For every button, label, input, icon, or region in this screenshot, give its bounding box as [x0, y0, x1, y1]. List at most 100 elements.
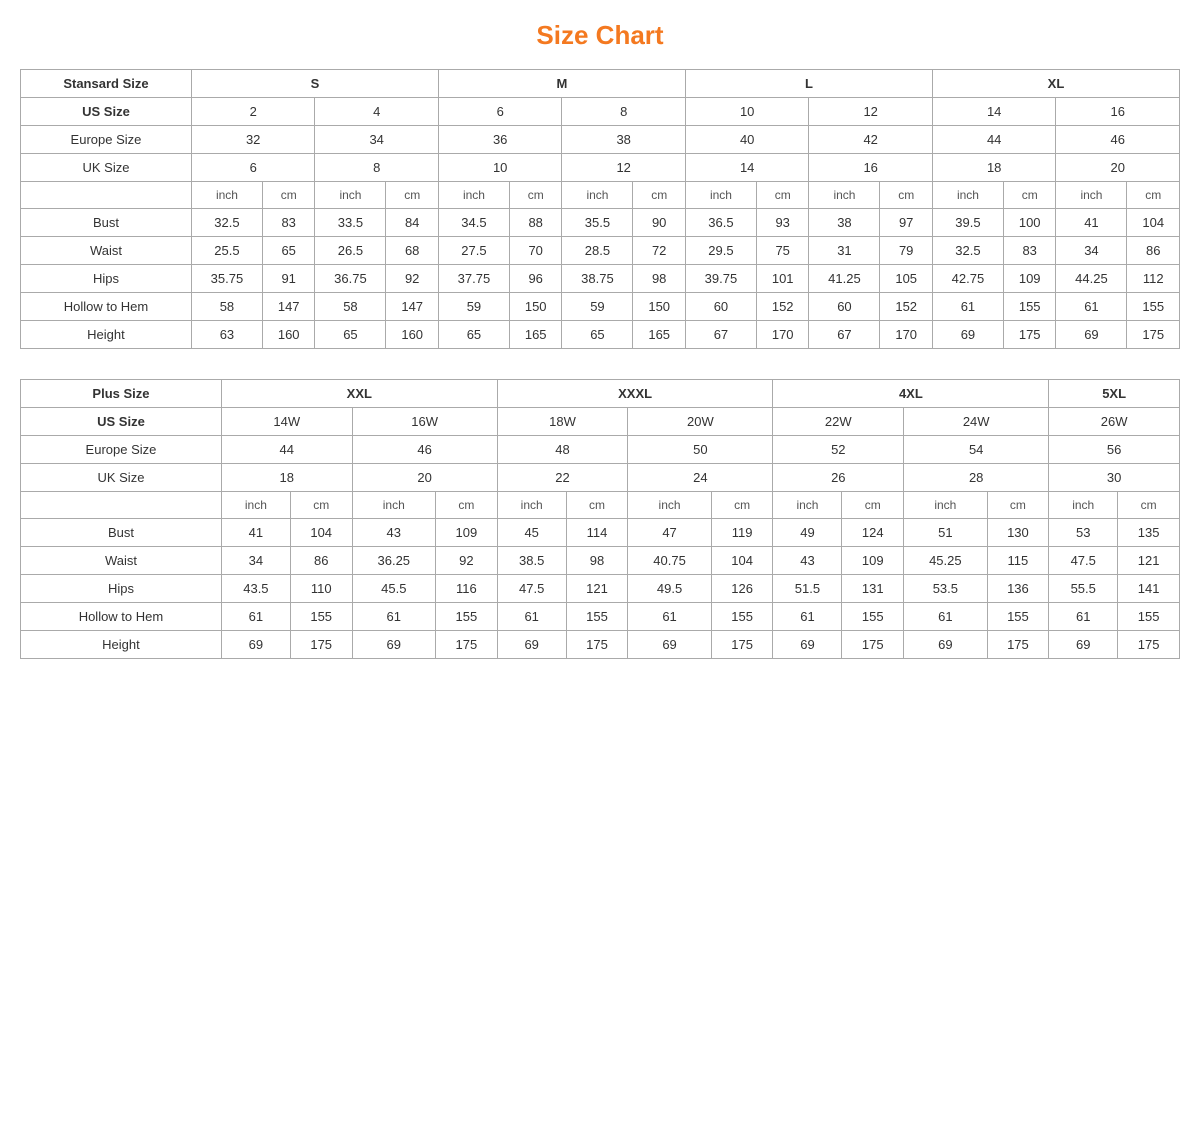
- measurement-value: 104: [1127, 209, 1180, 237]
- unit-cm-8: cm: [1127, 182, 1180, 209]
- table-row: Waist348636.259238.59840.751044310945.25…: [21, 547, 1180, 575]
- plus-eu-56: 56: [1049, 436, 1180, 464]
- size-s-header: S: [191, 70, 438, 98]
- us-10: 10: [685, 98, 809, 126]
- table-row: Hollow to Hem611556115561155611556115561…: [21, 603, 1180, 631]
- measurement-value: 109: [842, 547, 904, 575]
- unit-inch-4: inch: [562, 182, 633, 209]
- measurement-value: 170: [880, 321, 932, 349]
- measurement-value: 59: [438, 293, 509, 321]
- measurement-value: 33.5: [315, 209, 386, 237]
- plus-unit-cm-3: cm: [566, 492, 628, 519]
- plus-uk-30: 30: [1049, 464, 1180, 492]
- measurement-value: 104: [290, 519, 352, 547]
- plus-unit-cm-1: cm: [290, 492, 352, 519]
- measurement-value: 34.5: [438, 209, 509, 237]
- measurement-value: 39.5: [932, 209, 1003, 237]
- measurement-value: 83: [1003, 237, 1055, 265]
- unit-inch-5: inch: [685, 182, 756, 209]
- measurement-value: 96: [509, 265, 561, 293]
- unit-cm-3: cm: [509, 182, 561, 209]
- plus-eu-50: 50: [628, 436, 773, 464]
- size-xxl-header: XXL: [221, 380, 497, 408]
- us-size-label: US Size: [21, 98, 192, 126]
- us-12: 12: [809, 98, 933, 126]
- measurement-label: Waist: [21, 547, 222, 575]
- measurement-value: 141: [1118, 575, 1180, 603]
- page-title: Size Chart: [20, 20, 1180, 51]
- measurement-value: 165: [509, 321, 561, 349]
- measurement-value: 61: [1056, 293, 1127, 321]
- measurement-value: 86: [290, 547, 352, 575]
- measurement-value: 114: [566, 519, 628, 547]
- measurement-value: 44.25: [1056, 265, 1127, 293]
- us-2: 2: [191, 98, 315, 126]
- measurement-value: 69: [497, 631, 566, 659]
- measurement-value: 130: [987, 519, 1049, 547]
- measurement-value: 155: [436, 603, 498, 631]
- plus-us-14w: 14W: [221, 408, 352, 436]
- measurement-value: 112: [1127, 265, 1180, 293]
- measurement-value: 155: [711, 603, 773, 631]
- measurement-value: 60: [685, 293, 756, 321]
- uk-14: 14: [685, 154, 809, 182]
- measurement-value: 110: [290, 575, 352, 603]
- measurement-value: 45.25: [904, 547, 987, 575]
- measurement-value: 65: [315, 321, 386, 349]
- measurement-value: 175: [711, 631, 773, 659]
- plus-us-22w: 22W: [773, 408, 904, 436]
- plus-unit-cm-5: cm: [842, 492, 904, 519]
- measurement-value: 98: [566, 547, 628, 575]
- uk-8: 8: [315, 154, 439, 182]
- measurement-value: 92: [386, 265, 438, 293]
- measurement-value: 37.75: [438, 265, 509, 293]
- plus-unit-inch-6: inch: [904, 492, 987, 519]
- measurement-value: 72: [633, 237, 685, 265]
- plus-us-size-label: US Size: [21, 408, 222, 436]
- plus-unit-inch-1: inch: [221, 492, 290, 519]
- uk-20: 20: [1056, 154, 1180, 182]
- measurement-value: 90: [633, 209, 685, 237]
- standard-size-table: Stansard Size S M L XL US Size 2 4 6 8 1…: [20, 69, 1180, 349]
- eu-44: 44: [932, 126, 1056, 154]
- measurement-label: Hips: [21, 265, 192, 293]
- uk-12: 12: [562, 154, 686, 182]
- measurement-value: 65: [438, 321, 509, 349]
- measurement-value: 29.5: [685, 237, 756, 265]
- us-14: 14: [932, 98, 1056, 126]
- unit-inch-7: inch: [932, 182, 1003, 209]
- uk-6: 6: [191, 154, 315, 182]
- measurement-value: 38: [809, 209, 880, 237]
- measurement-value: 155: [987, 603, 1049, 631]
- measurement-value: 121: [566, 575, 628, 603]
- measurement-value: 63: [191, 321, 262, 349]
- measurement-value: 40.75: [628, 547, 711, 575]
- measurement-value: 42.75: [932, 265, 1003, 293]
- unit-inch-6: inch: [809, 182, 880, 209]
- measurement-value: 152: [756, 293, 808, 321]
- table-row: Bust41104431094511447119491245113053135: [21, 519, 1180, 547]
- plus-uk-22: 22: [497, 464, 628, 492]
- measurement-value: 31: [809, 237, 880, 265]
- measurement-value: 135: [1118, 519, 1180, 547]
- plus-uk-24: 24: [628, 464, 773, 492]
- measurement-value: 25.5: [191, 237, 262, 265]
- size-m-header: M: [438, 70, 685, 98]
- measurement-value: 160: [262, 321, 314, 349]
- plus-eu-48: 48: [497, 436, 628, 464]
- measurement-value: 175: [1127, 321, 1180, 349]
- measurement-value: 67: [809, 321, 880, 349]
- measurement-value: 26.5: [315, 237, 386, 265]
- unit-cm-7: cm: [1003, 182, 1055, 209]
- measurement-value: 150: [633, 293, 685, 321]
- plus-uk-26: 26: [773, 464, 904, 492]
- measurement-value: 67: [685, 321, 756, 349]
- plus-eu-52: 52: [773, 436, 904, 464]
- measurement-value: 84: [386, 209, 438, 237]
- measurement-value: 41: [221, 519, 290, 547]
- measurement-value: 32.5: [932, 237, 1003, 265]
- measurement-value: 126: [711, 575, 773, 603]
- measurement-value: 58: [191, 293, 262, 321]
- eu-38: 38: [562, 126, 686, 154]
- measurement-value: 170: [756, 321, 808, 349]
